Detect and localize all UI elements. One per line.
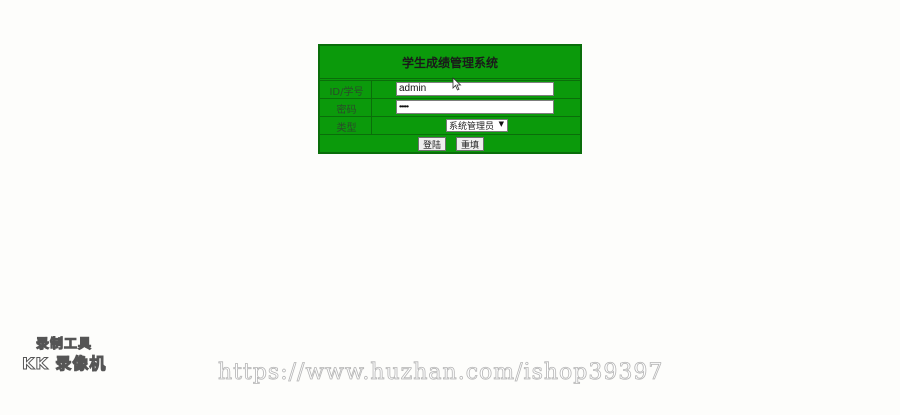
login-button[interactable]: 登陆 (418, 137, 446, 151)
logo-line2: KK 录像机 (21, 354, 107, 374)
password-row: 密码 ••••• (320, 98, 580, 117)
id-field-cell: admin (372, 81, 580, 99)
reset-button[interactable]: 重填 (456, 137, 484, 151)
system-title: 学生成绩管理系统 (401, 55, 498, 70)
password-label: 密码 (322, 99, 372, 117)
id-input[interactable]: admin (396, 82, 554, 96)
id-row: ID/学号 admin (320, 80, 580, 99)
user-type-select[interactable]: 系统管理员 ▼ (446, 119, 508, 132)
mouse-pointer-icon (452, 77, 462, 91)
type-row: 类型 系统管理员 ▼ (320, 116, 580, 135)
button-row: 登陆 重填 (320, 134, 580, 153)
user-type-selected: 系统管理员 (449, 122, 495, 132)
url-watermark: https://www.huzhan.com/ishop39397 (218, 360, 664, 386)
recorder-watermark-logo: 录制工具 KK 录像机 (21, 333, 114, 375)
login-panel: 学生成绩管理系统 ID/学号 admin 密码 ••••• 类型 系统管理员 ▼ (318, 44, 582, 154)
id-label: ID/学号 (322, 81, 372, 99)
type-label: 类型 (322, 117, 372, 135)
dropdown-arrow-icon: ▼ (498, 120, 504, 128)
login-title-row: 学生成绩管理系统 (320, 46, 580, 79)
password-field-cell: ••••• (372, 99, 580, 117)
page: 学生成绩管理系统 ID/学号 admin 密码 ••••• 类型 系统管理员 ▼ (0, 0, 900, 415)
password-input[interactable]: ••••• (396, 100, 554, 114)
type-field-cell: 系统管理员 ▼ (372, 117, 580, 135)
